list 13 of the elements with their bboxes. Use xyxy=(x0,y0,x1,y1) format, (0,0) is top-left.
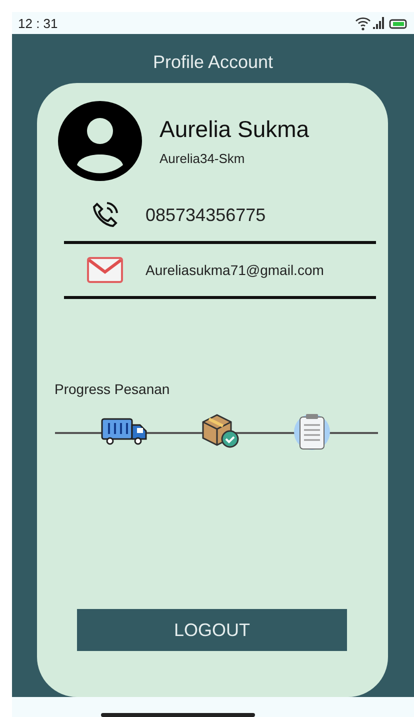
truck-icon xyxy=(100,416,148,446)
page-title: Profile Account xyxy=(152,52,274,73)
email-address: Aureliasukma71@gmail.com xyxy=(146,262,324,278)
status-icons xyxy=(354,15,408,31)
status-time: 12 : 31 xyxy=(18,16,58,30)
phone-number: 085734356775 xyxy=(146,204,266,226)
profile-name: Aurelia Sukma xyxy=(160,116,310,143)
logout-button[interactable]: LOGOUT xyxy=(77,609,347,651)
profile-username: Aurelia34-Skm xyxy=(160,151,246,166)
clipboard-icon xyxy=(292,411,332,451)
avatar-icon xyxy=(58,101,142,181)
progress-title: Progress Pesanan xyxy=(54,381,171,397)
mail-icon xyxy=(86,257,122,283)
